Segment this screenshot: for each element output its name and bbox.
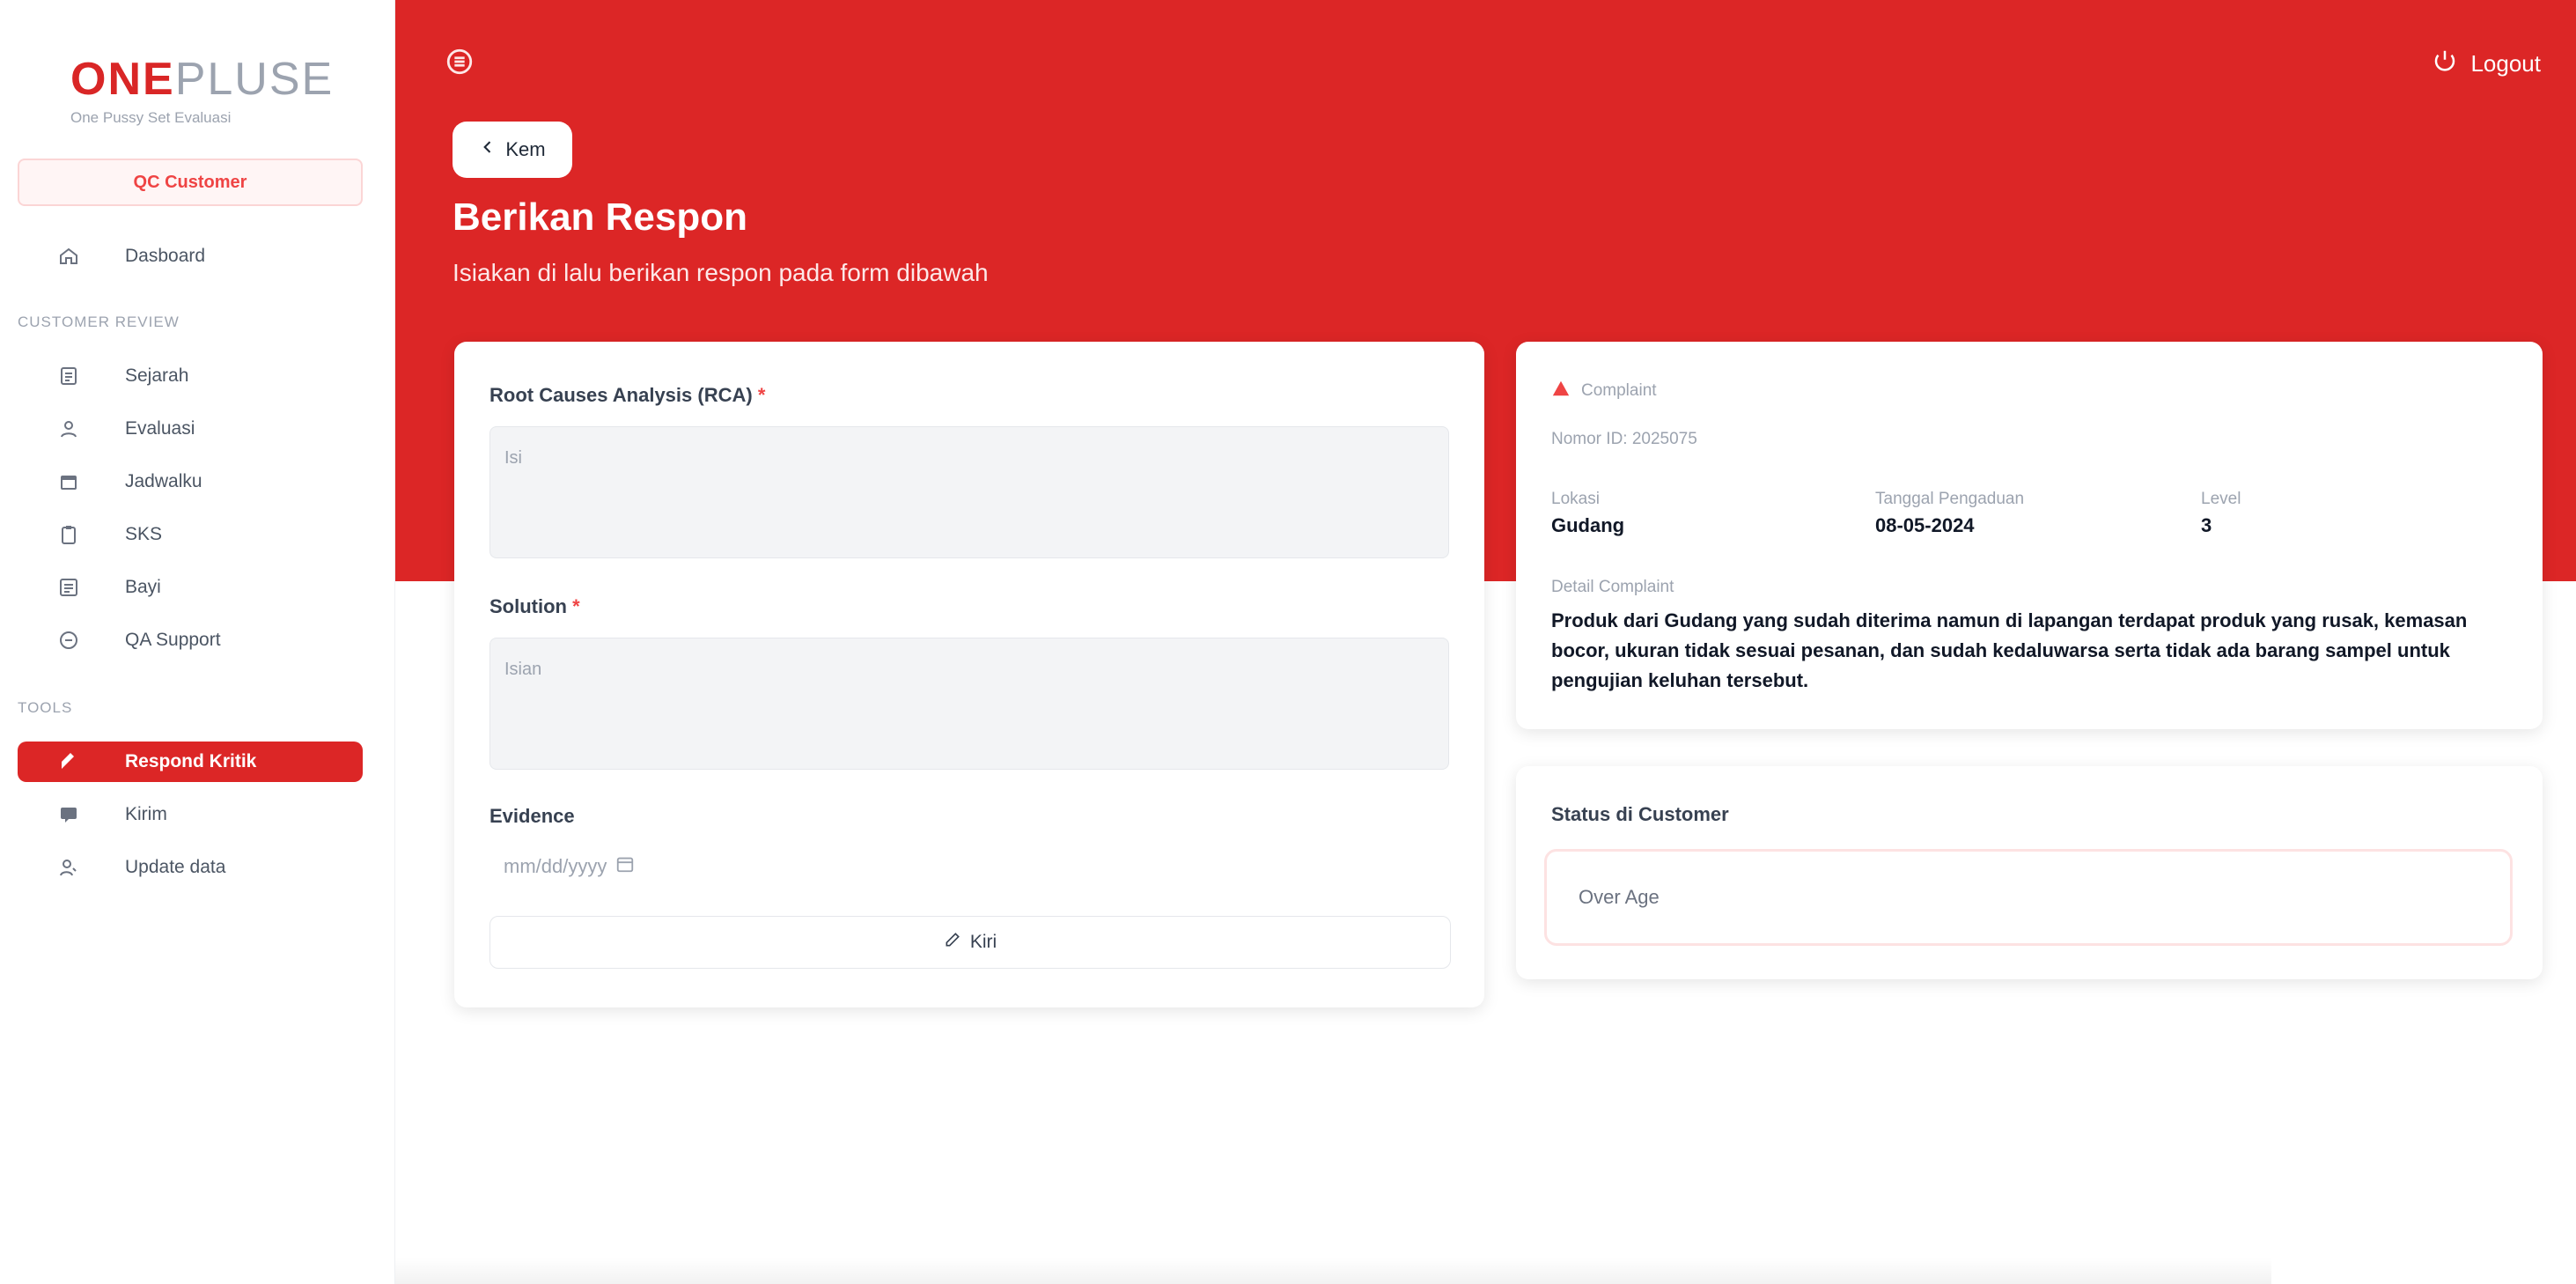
rca-label: Root Causes Analysis (RCA) * bbox=[489, 384, 766, 406]
logout-label: Logout bbox=[2470, 49, 2541, 77]
sidebar-item-respond-kritik[interactable]: Respond Kritik bbox=[18, 742, 363, 782]
complaint-level: Level 3 bbox=[2201, 490, 2241, 536]
response-form-card: Root Causes Analysis (RCA) * Isi Solutio… bbox=[454, 342, 1484, 1007]
sidebar-item-label: Update data bbox=[125, 857, 226, 877]
page-bottom-shadow bbox=[335, 1258, 2271, 1284]
chat-icon bbox=[58, 804, 79, 825]
sidebar-item-evaluasi[interactable]: Evaluasi bbox=[18, 409, 363, 449]
sidebar-item-label: Dasboard bbox=[125, 246, 206, 266]
solution-textarea[interactable]: Isian bbox=[489, 638, 1449, 770]
status-title: Status di Customer bbox=[1551, 803, 1729, 825]
status-field[interactable]: Over Age bbox=[1544, 849, 2513, 946]
complaint-location: Lokasi Gudang bbox=[1551, 490, 1625, 536]
brand-logo[interactable]: ONEPLUSE One Pussy Set Evaluasi bbox=[70, 54, 332, 127]
home-icon bbox=[58, 246, 79, 267]
solution-label: Solution * bbox=[489, 595, 580, 617]
sidebar-item-label: Kirim bbox=[125, 804, 167, 824]
sidebar: ONEPLUSE One Pussy Set Evaluasi QC Custo… bbox=[0, 0, 395, 1284]
calendar-icon bbox=[58, 471, 79, 492]
logout-button[interactable]: Logout bbox=[2432, 44, 2541, 83]
complaint-card: Complaint Nomor ID: 2025075 Lokasi Gudan… bbox=[1516, 342, 2543, 729]
sidebar-item-dashboard[interactable]: Dasboard bbox=[18, 236, 363, 277]
status-card: Status di Customer Over Age bbox=[1516, 766, 2543, 979]
list-icon bbox=[58, 577, 79, 598]
sidebar-item-kirim[interactable]: Kirim bbox=[18, 794, 363, 835]
arrow-left-icon bbox=[479, 138, 497, 161]
complaint-id: Nomor ID: 2025075 bbox=[1551, 430, 1697, 448]
sidebar-item-label: Bayi bbox=[125, 577, 161, 597]
support-icon bbox=[58, 630, 79, 651]
save-button[interactable]: Kiri bbox=[489, 916, 1451, 969]
complaint-description: Produk dari Gudang yang sudah diterima n… bbox=[1551, 609, 2468, 691]
power-icon bbox=[2432, 48, 2458, 80]
user-edit-icon bbox=[58, 857, 79, 878]
document-icon bbox=[58, 365, 79, 387]
rca-textarea[interactable]: Isi bbox=[489, 426, 1449, 558]
alert-icon bbox=[1551, 379, 1571, 402]
evidence-date-input[interactable]: mm/dd/yyyy bbox=[504, 854, 635, 879]
sidebar-item-qa-support[interactable]: QA Support bbox=[18, 620, 363, 660]
sidebar-item-jadwalku[interactable]: Jadwalku bbox=[18, 461, 363, 502]
back-button[interactable]: Kem bbox=[453, 122, 572, 178]
menu-toggle-button[interactable] bbox=[440, 44, 479, 83]
sidebar-item-label: Sejarah bbox=[125, 365, 189, 386]
page-subtitle: Isiakan di lalu berikan respon pada form… bbox=[453, 259, 989, 286]
sidebar-item-label: Jadwalku bbox=[125, 471, 202, 491]
complaint-date: Tanggal Pengaduan 08-05-2024 bbox=[1875, 490, 2025, 536]
evidence-label: Evidence bbox=[489, 805, 575, 827]
reply-icon bbox=[58, 751, 79, 772]
sidebar-item-label: Evaluasi bbox=[125, 418, 195, 439]
sidebar-section-complaint: Customer review bbox=[18, 314, 180, 330]
complaint-desc-label: Detail Complaint bbox=[1551, 578, 1674, 596]
page-title: Berikan Respon bbox=[453, 196, 747, 239]
role-badge: QC Customer bbox=[18, 159, 363, 206]
clipboard-icon bbox=[58, 524, 79, 545]
calendar-icon bbox=[615, 854, 635, 879]
brand-tagline: One Pussy Set Evaluasi bbox=[70, 109, 232, 126]
sidebar-item-label: SKS bbox=[125, 524, 163, 544]
sidebar-item-update-data[interactable]: Update data bbox=[18, 847, 363, 888]
user-icon bbox=[58, 418, 79, 439]
brand-logo-one: ONE bbox=[70, 54, 175, 105]
brand-logo-plus: PLUSE bbox=[174, 54, 335, 105]
pencil-icon bbox=[944, 931, 961, 954]
sidebar-section-tools: Tools bbox=[18, 699, 73, 716]
menu-icon bbox=[445, 47, 475, 81]
back-label: Kem bbox=[505, 138, 546, 160]
sidebar-item-label: QA Support bbox=[125, 630, 221, 650]
sidebar-item-sejarah[interactable]: Sejarah bbox=[18, 356, 363, 396]
complaint-header: Complaint bbox=[1551, 379, 1657, 402]
sidebar-item-label: Respond Kritik bbox=[125, 751, 257, 771]
sidebar-item-sks[interactable]: SKS bbox=[18, 514, 363, 555]
sidebar-item-bayi[interactable]: Bayi bbox=[18, 567, 363, 608]
